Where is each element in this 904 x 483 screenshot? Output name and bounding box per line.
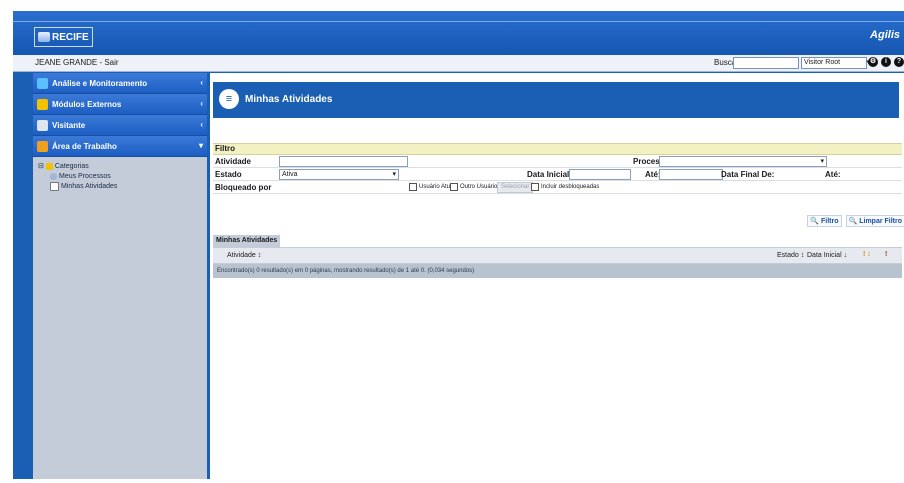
col-atividade[interactable]: Atividade ↕ [227,252,261,259]
processo-select[interactable]: ▾ [659,156,827,167]
logo-text: RECIFE [52,31,89,43]
filter-actions: 🔍 Filtro 🔍 Limpar Filtro [807,215,904,227]
list-header: Atividade ↕ Estado ↕ Data Inicial ↓ ! ↕ … [213,247,902,264]
ate-label-2: Até: [825,170,841,179]
folder-icon [45,162,53,170]
recife-logo[interactable]: RECIFE [34,27,93,47]
col-data-inicial[interactable]: Data Inicial ↓ [807,252,847,259]
category-tree: ⊟ Categorias Meus Processos Minhas Ativi… [33,157,207,191]
activities-list: Minhas Atividades Atividade ↕ Estado ↕ D… [213,235,902,278]
crest-icon [38,32,50,42]
outro-usuario-label: Outro Usuário [460,184,498,190]
estado-value: Ativa [282,171,298,178]
checkbox-box[interactable] [450,183,458,191]
outro-usuario-checkbox[interactable]: Outro Usuário [450,183,497,191]
tree-item-label: Meus Processos [59,172,111,180]
info-icon[interactable]: i [881,57,891,67]
nav-label: Análise e Monitoramento [52,78,148,88]
desk-icon [37,140,48,152]
puzzle-icon [37,98,48,110]
bloqueado-label: Bloqueado por [215,183,272,192]
estado-label: Estado [215,170,242,179]
clear-filter-icon: 🔍 [848,218,858,225]
col-lock[interactable]: ! [885,251,887,258]
page-title: Minhas Atividades [245,94,333,105]
chevron-down-icon: ▾ [198,141,203,150]
col-priority[interactable]: ! ↕ [863,251,871,258]
banner-rule [13,21,904,22]
nav-label: Módulos Externos [52,99,122,109]
chevron-left-icon: ‹ [200,120,203,129]
nav-analise[interactable]: Análise e Monitoramento ‹ [33,73,207,94]
tree-item-minhas-atividades[interactable]: Minhas Atividades [38,181,207,191]
top-banner: RECIFE Agilis [13,11,904,55]
checkbox-box[interactable] [409,183,417,191]
role-select-value: Visitor Root [804,59,841,66]
tree-root-label: Categorias [54,162,89,170]
filter-row-bloqueado: Bloqueado por Usuário Atual Outro Usuári… [213,181,902,194]
checkbox-box[interactable] [531,183,539,191]
filter-row-estado: Estado Ativa ▾ Data Inicial De: Até: Dat… [213,168,902,181]
tree-item-meus-processos[interactable]: Meus Processos [38,171,207,181]
gear-icon[interactable]: ⚙ [868,57,878,67]
nav-modulos[interactable]: Módulos Externos ‹ [33,94,207,115]
filtro-button[interactable]: 🔍 Filtro [807,215,842,227]
process-icon [50,172,57,180]
main-content: ≡ Minhas Atividades Filtro Atividade Pro… [210,73,904,479]
atividade-label: Atividade [215,157,252,166]
selecionar-button[interactable]: Selecionar [497,182,534,193]
incluir-desbloqueadas-checkbox[interactable]: Incluir desbloqueadas [531,183,599,191]
incluir-desbloqueadas-label: Incluir desbloqueadas [541,184,600,190]
chevron-left-icon: ‹ [200,78,203,87]
estado-select[interactable]: Ativa ▾ [279,169,399,180]
collapse-icon[interactable]: ⊟ [38,162,44,170]
busca-input[interactable] [733,57,799,69]
atividade-input[interactable] [279,156,408,167]
app-frame: RECIFE Agilis JEANE GRANDE - Sair Busca … [13,11,904,479]
chevron-down-icon: ▾ [820,158,824,165]
sidebar: Análise e Monitoramento ‹ Módulos Extern… [33,73,207,479]
data-inicial-ate-input[interactable] [659,169,723,180]
col-estado[interactable]: Estado ↕ [777,252,804,259]
visitor-icon [37,119,48,131]
usuario-atual-checkbox[interactable]: Usuário Atual [409,183,455,191]
data-inicial-de-input[interactable] [569,169,631,180]
user-logout-link[interactable]: JEANE GRANDE - Sair [35,58,119,67]
user-icons: ⚙ i ? [868,57,904,67]
task-icon [50,181,59,191]
chart-icon [37,77,48,89]
tree-item-label: Minhas Atividades [61,182,118,190]
filter-panel: Filtro Atividade Processo ▾ Estado Ativa… [213,143,902,194]
nav-label: Visitante [52,120,86,130]
tree-root[interactable]: ⊟ Categorias [38,161,207,171]
filtro-label: Filtro [821,217,839,225]
agilis-brand: Agilis [870,29,900,41]
list-footer: Encontrado(s) 0 resultado(s) em 0 página… [213,264,902,278]
help-icon[interactable]: ? [894,57,904,67]
chevron-left-icon: ‹ [200,99,203,108]
nav-visitante[interactable]: Visitante ‹ [33,115,207,136]
list-title-row: Minhas Atividades [213,235,902,247]
data-final-de-label: Data Final De: [721,170,775,179]
chevron-down-icon: ▾ [392,171,396,178]
list-title: Minhas Atividades [213,235,281,247]
page-header: ≡ Minhas Atividades [213,82,899,118]
filter-header: Filtro [213,143,902,155]
role-select[interactable]: Visitor Root ▾ [801,57,870,69]
limpar-label: Limpar Filtro [859,217,902,225]
user-bar: JEANE GRANDE - Sair Busca Visitor Root ▾… [13,55,904,72]
nav-area-trabalho[interactable]: Área de Trabalho ▾ [33,136,207,157]
nav-label: Área de Trabalho [52,141,117,151]
filter-icon: 🔍 [810,218,819,225]
limpar-filtro-button[interactable]: 🔍 Limpar Filtro [845,215,904,227]
filter-row-atividade: Atividade Processo ▾ [213,155,902,168]
document-icon: ≡ [219,89,239,109]
